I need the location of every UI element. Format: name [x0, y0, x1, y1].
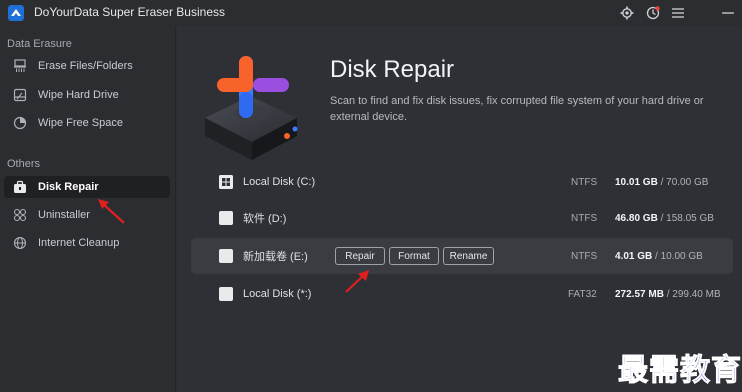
sidebar-item-internet-cleanup[interactable]: Internet Cleanup	[4, 232, 170, 254]
app-title: DoYourData Super Eraser Business	[34, 5, 225, 19]
sidebar-item-label: Internet Cleanup	[38, 237, 120, 249]
disk-name: Local Disk (C:)	[243, 176, 316, 188]
toolbox-icon	[12, 179, 28, 195]
disk-row-c[interactable]: Local Disk (C:) NTFS 10.01 GB / 70.00 GB	[191, 164, 733, 200]
file-shred-icon	[12, 58, 28, 74]
disk-size: 46.80 GB / 158.05 GB	[615, 212, 714, 224]
disk-row-star[interactable]: Local Disk (*:) FAT32 272.57 MB / 299.40…	[191, 276, 733, 312]
hard-drive-icon	[12, 87, 28, 103]
globe-icon	[12, 235, 28, 251]
title-bar: DoYourData Super Eraser Business	[0, 0, 742, 26]
history-icon[interactable]	[643, 3, 663, 23]
pie-icon	[12, 115, 28, 131]
disk-name: Local Disk (*:)	[243, 288, 312, 300]
sidebar-item-erase-files[interactable]: Erase Files/Folders	[4, 55, 170, 77]
file-system: NTFS	[571, 212, 598, 224]
sidebar-item-wipe-hard-drive[interactable]: Wipe Hard Drive	[4, 84, 170, 106]
sidebar-item-label: Wipe Free Space	[38, 117, 123, 129]
disk-size: 272.57 MB / 299.40 MB	[615, 288, 721, 300]
page-description: Scan to find and fix disk issues, fix co…	[330, 95, 704, 123]
menu-icon[interactable]	[668, 3, 688, 23]
pointer-arrow-icon	[98, 199, 125, 224]
main-panel: Disk Repair Scan to find and fix disk is…	[177, 26, 742, 392]
rename-button[interactable]: Rename	[443, 247, 494, 265]
apps-grid-icon	[12, 207, 28, 223]
windows-icon	[219, 175, 233, 189]
page-title: Disk Repair	[330, 56, 455, 83]
repair-button[interactable]: Repair	[335, 247, 385, 265]
sidebar-item-label: Wipe Hard Drive	[38, 89, 119, 101]
minimize-icon[interactable]	[718, 3, 738, 23]
disk-name: 新加载卷 (E:)	[243, 251, 308, 263]
disk-name: 软件 (D:)	[243, 213, 287, 225]
disk-icon	[219, 249, 233, 263]
settings-icon[interactable]	[617, 3, 637, 23]
disk-size: 4.01 GB / 10.00 GB	[615, 250, 703, 262]
disk-row-e[interactable]: 新加载卷 (E:) Repair Format Rename NTFS 4.01…	[191, 238, 733, 274]
format-button[interactable]: Format	[389, 247, 439, 265]
disk-row-d[interactable]: 软件 (D:) NTFS 46.80 GB / 158.05 GB	[191, 200, 733, 236]
sidebar: Data Erasure Erase Files/Folders Wipe Ha…	[0, 26, 176, 392]
disk-size: 10.01 GB / 70.00 GB	[615, 176, 709, 188]
disk-repair-hero-icon	[205, 56, 298, 160]
file-system: NTFS	[571, 250, 598, 262]
sidebar-item-uninstaller[interactable]: Uninstaller	[4, 204, 170, 226]
app-logo-icon	[8, 5, 24, 21]
sidebar-item-wipe-free-space[interactable]: Wipe Free Space	[4, 112, 170, 134]
pointer-arrow-icon	[345, 270, 369, 293]
section-title-data-erasure: Data Erasure	[7, 38, 72, 50]
section-title-others: Others	[7, 158, 41, 170]
disk-icon	[219, 211, 233, 225]
sidebar-item-label: Uninstaller	[38, 209, 90, 221]
sidebar-item-label: Disk Repair	[38, 181, 99, 193]
disk-icon	[219, 287, 233, 301]
sidebar-item-disk-repair[interactable]: Disk Repair	[4, 176, 170, 198]
file-system: NTFS	[571, 176, 598, 188]
sidebar-item-label: Erase Files/Folders	[38, 60, 133, 72]
file-system: FAT32	[568, 288, 597, 300]
watermark: 最需教育	[618, 353, 742, 389]
